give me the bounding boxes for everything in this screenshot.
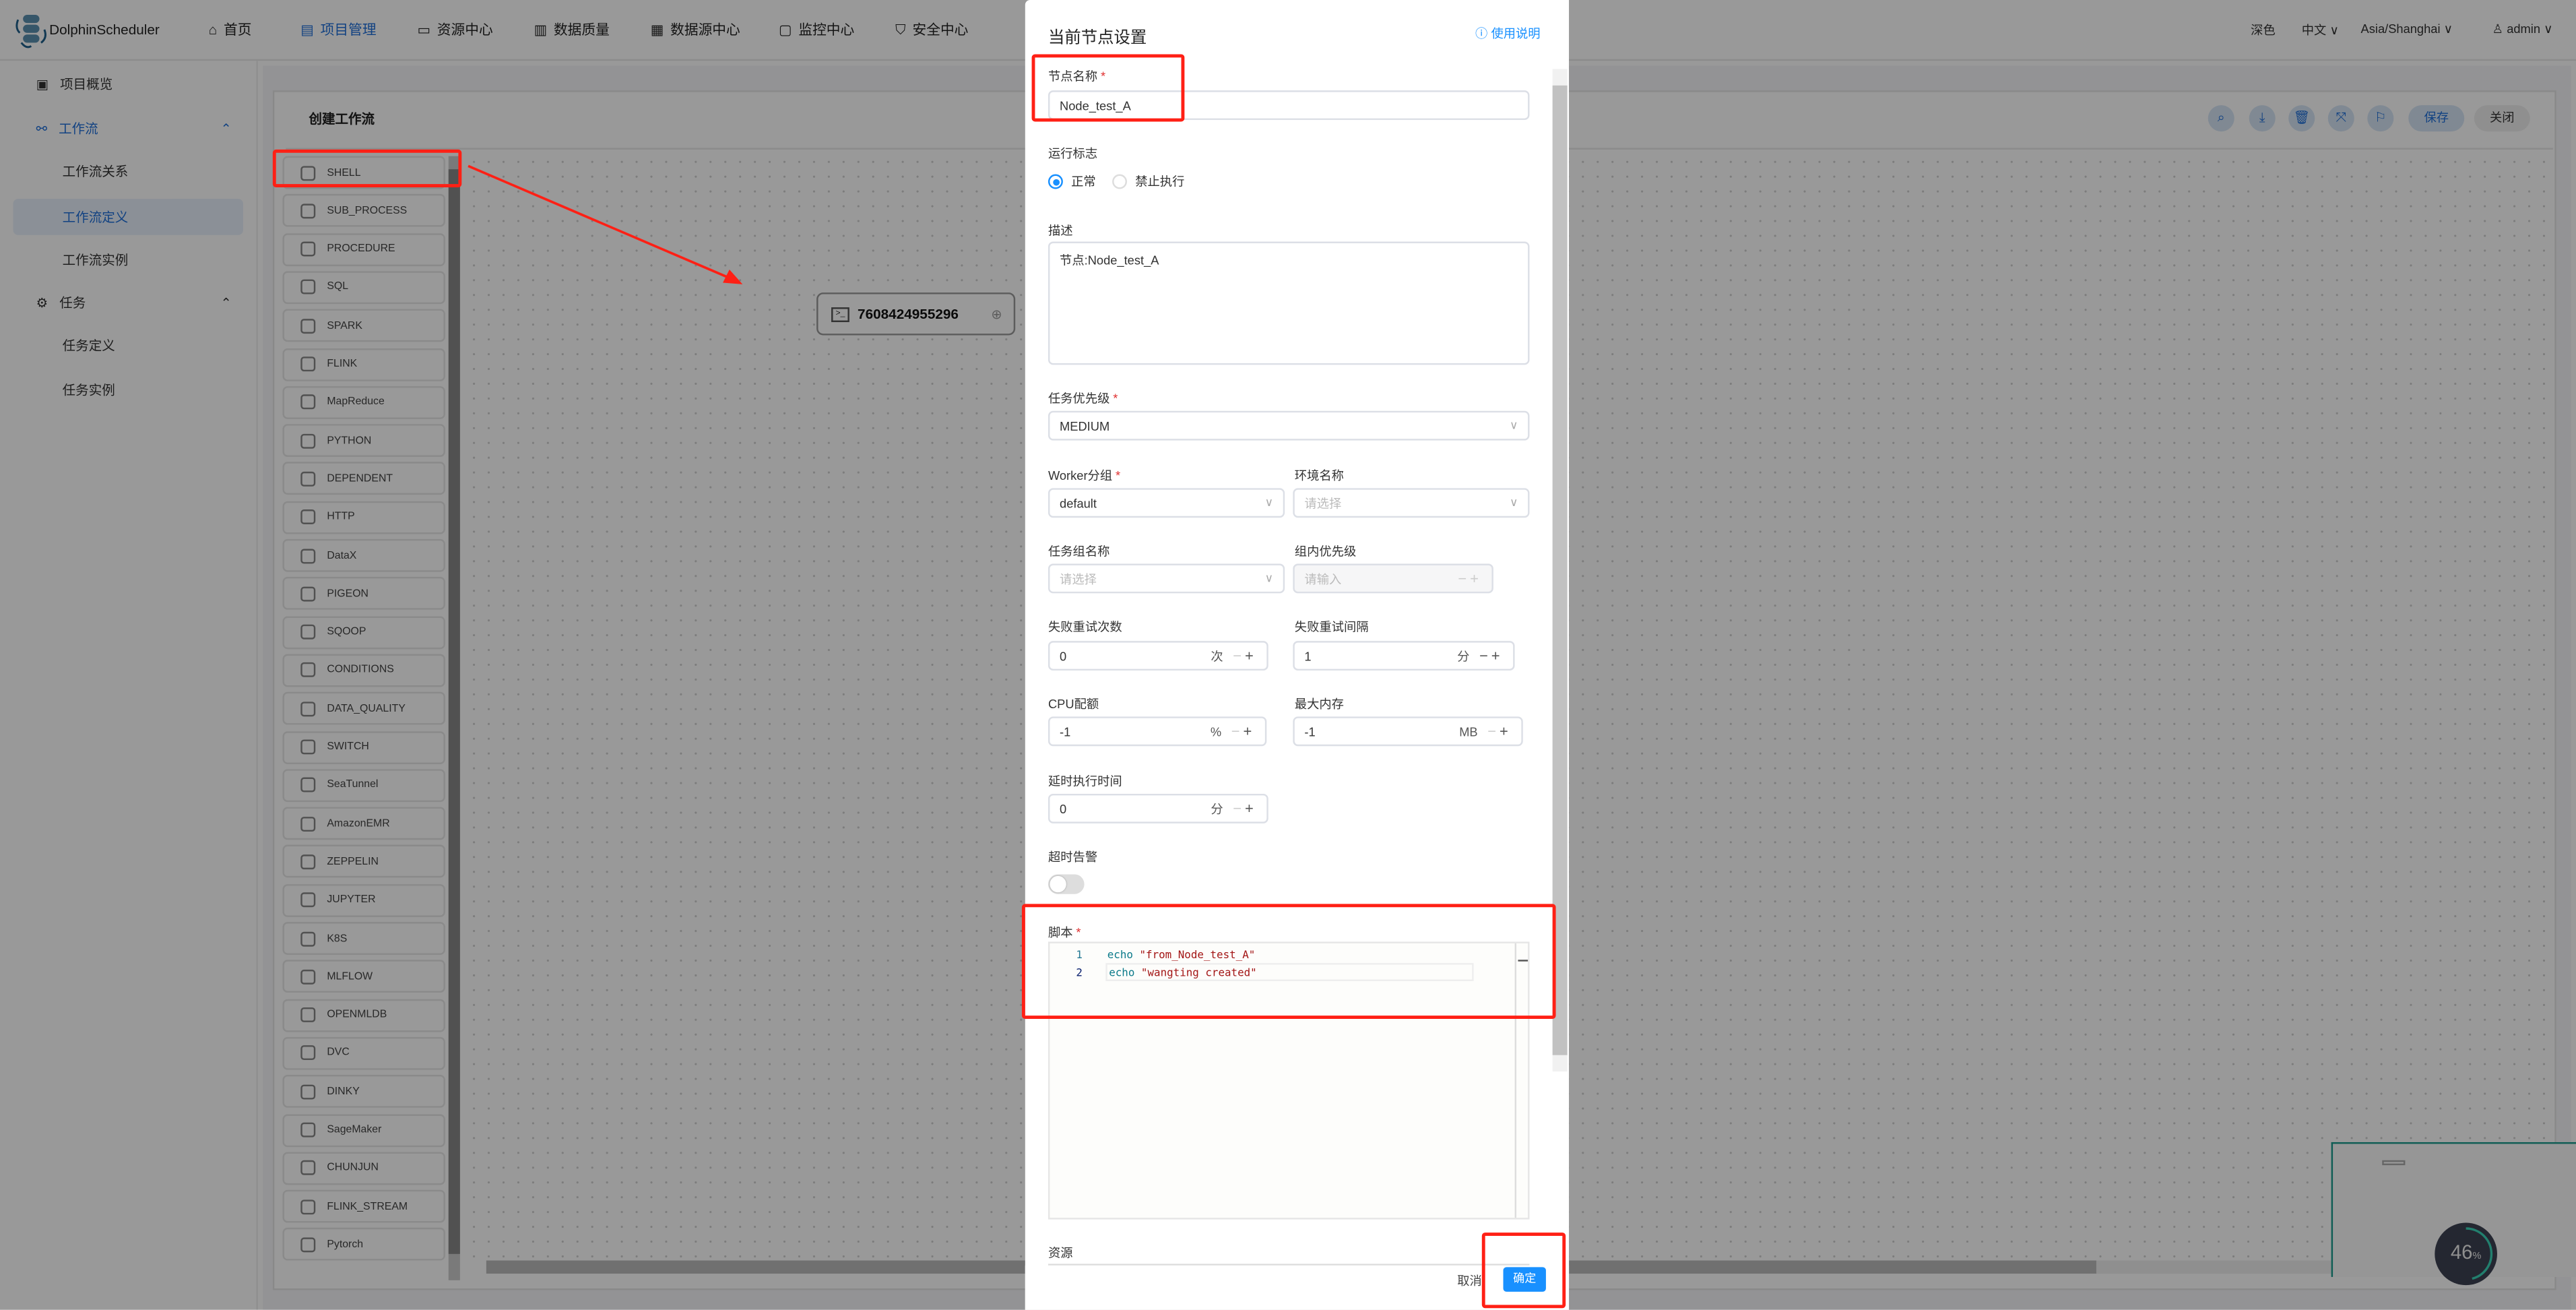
annotation-arrow xyxy=(468,164,743,284)
screen: DolphinScheduler ⌂ 首页 ▤ 项目管理 ▭ 资源中心 ▥ 数据质量 ▦ 数据源中… xyxy=(0,0,2576,1310)
